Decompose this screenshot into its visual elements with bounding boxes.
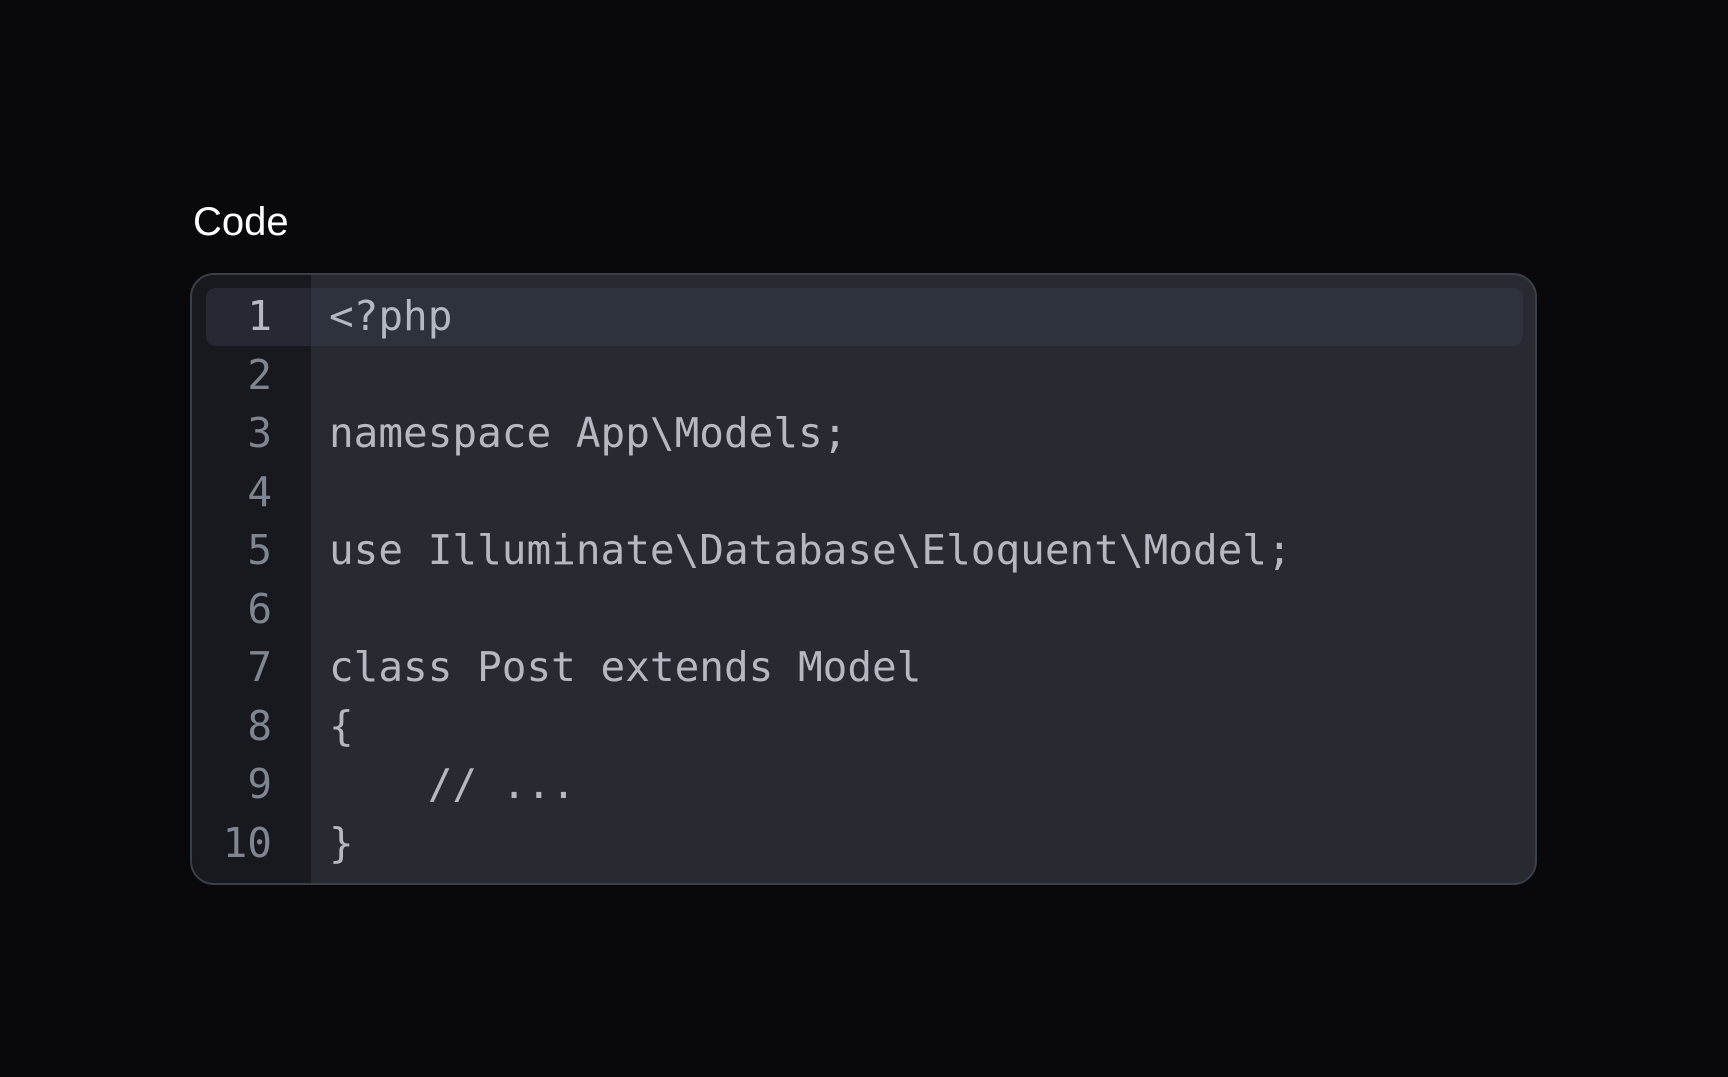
code-line[interactable]: 6 — [192, 580, 1535, 638]
code-editor[interactable]: 1 <?php 2 3 namespace App\Models; 4 5 us… — [190, 273, 1537, 885]
code-line[interactable]: 7 class Post extends Model — [192, 638, 1535, 696]
line-number: 6 — [247, 585, 272, 633]
line-number: 1 — [247, 292, 272, 340]
code-line-text: // ... — [329, 760, 576, 808]
code-line-text: namespace App\Models; — [329, 409, 848, 457]
line-number: 2 — [247, 351, 272, 399]
code-line[interactable]: 1 <?php — [192, 287, 1535, 346]
line-number: 4 — [247, 468, 272, 516]
line-number: 9 — [247, 760, 272, 808]
line-number: 10 — [222, 819, 272, 867]
line-number: 5 — [247, 526, 272, 574]
line-number: 3 — [247, 409, 272, 457]
code-line-text: <?php — [329, 292, 453, 340]
line-number: 8 — [247, 702, 272, 750]
line-number: 7 — [247, 643, 272, 691]
code-line-text: class Post extends Model — [329, 643, 922, 691]
code-line[interactable]: 8 { — [192, 697, 1535, 755]
code-line-text: { — [329, 702, 354, 750]
code-line[interactable]: 10 } — [192, 814, 1535, 872]
code-line-text: use Illuminate\Database\Eloquent\Model; — [329, 526, 1292, 574]
code-line[interactable]: 3 namespace App\Models; — [192, 404, 1535, 462]
code-line[interactable]: 9 // ... — [192, 755, 1535, 813]
code-line[interactable]: 5 use Illuminate\Database\Eloquent\Model… — [192, 521, 1535, 579]
code-field-label: Code — [193, 200, 289, 244]
code-line-text: } — [329, 819, 354, 867]
code-line[interactable]: 2 — [192, 346, 1535, 404]
code-line[interactable]: 4 — [192, 463, 1535, 521]
